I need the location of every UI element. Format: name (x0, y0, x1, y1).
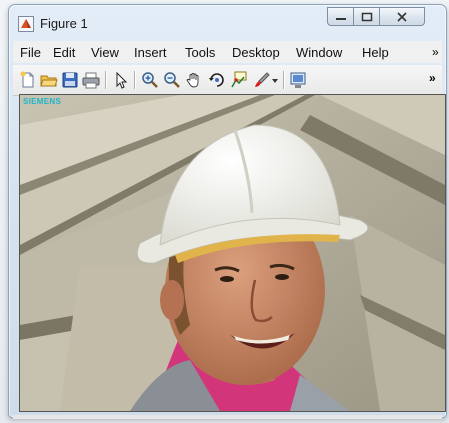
menu-overflow-icon[interactable]: » (432, 45, 439, 59)
edit-plot-arrow-icon[interactable] (112, 71, 130, 89)
maximize-button[interactable] (353, 7, 380, 26)
open-file-icon[interactable] (40, 71, 58, 89)
link-plot-icon[interactable] (289, 71, 307, 89)
print-icon[interactable] (82, 71, 100, 89)
toolbar-separator (105, 71, 107, 89)
save-icon[interactable] (61, 71, 79, 89)
minimize-button[interactable] (327, 7, 354, 26)
menu-window[interactable]: Window (296, 45, 342, 60)
toolbar-overflow-icon[interactable]: » (429, 71, 436, 85)
pan-hand-icon[interactable] (185, 71, 203, 89)
video-frame-image (20, 95, 445, 411)
menu-desktop[interactable]: Desktop (232, 45, 280, 60)
matlab-figure-icon (18, 16, 34, 32)
brush-dropdown-icon[interactable] (271, 71, 279, 89)
maximize-icon (361, 12, 372, 21)
zoom-in-icon[interactable] (141, 71, 159, 89)
toolbar-separator (283, 71, 285, 89)
menu-insert[interactable]: Insert (134, 45, 167, 60)
menu-file[interactable]: File (20, 45, 41, 60)
minimize-icon (335, 17, 346, 20)
menu-help[interactable]: Help (362, 45, 389, 60)
rotate-3d-icon[interactable] (208, 71, 226, 89)
close-button[interactable] (379, 7, 425, 26)
new-figure-icon[interactable] (19, 71, 37, 89)
toolbar-separator (134, 71, 136, 89)
menu-bar: File Edit View Insert Tools Desktop Wind… (13, 41, 442, 63)
menu-tools[interactable]: Tools (185, 45, 215, 60)
data-cursor-icon[interactable] (230, 71, 248, 89)
window-title: Figure 1 (40, 16, 88, 31)
zoom-out-icon[interactable] (163, 71, 181, 89)
desktop-background: Figure 1 File Edit View Insert Tools Des… (0, 0, 449, 423)
close-icon (397, 11, 407, 22)
brush-icon[interactable] (253, 71, 271, 89)
brand-watermark: SIEMENS (23, 97, 62, 106)
figure-toolbar: » (13, 65, 442, 96)
menu-edit[interactable]: Edit (53, 45, 75, 60)
window-bottom-border (13, 415, 442, 419)
figure-axes-image[interactable]: SIEMENS (19, 94, 446, 412)
title-bar[interactable]: Figure 1 (9, 5, 446, 39)
menu-view[interactable]: View (91, 45, 119, 60)
